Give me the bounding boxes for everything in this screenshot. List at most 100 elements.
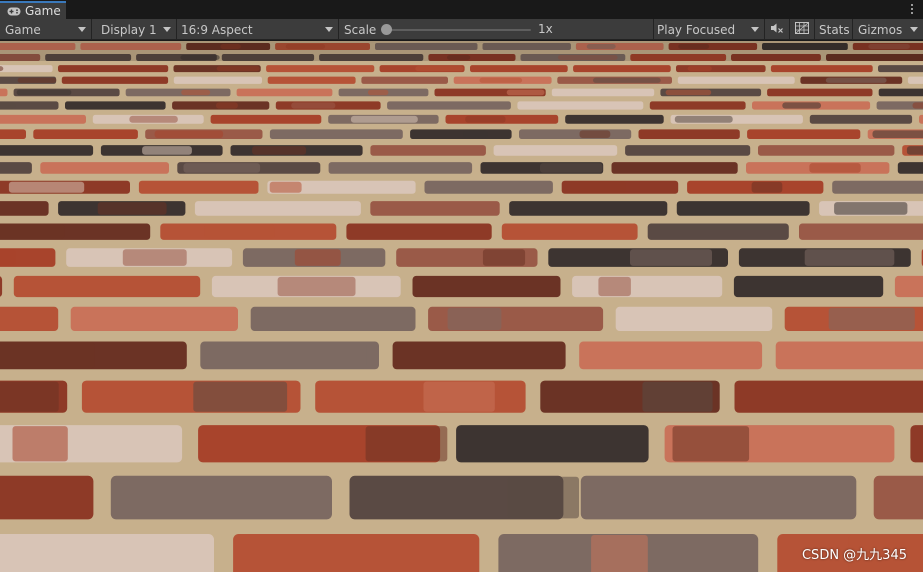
brick-weathering: [142, 146, 192, 155]
brick-weathering: [630, 249, 712, 266]
stats-label: Stats: [819, 22, 850, 37]
brick: [412, 275, 561, 298]
brick: [919, 114, 923, 124]
brick: [572, 275, 723, 298]
brick-weathering: [16, 89, 72, 96]
view-mode-dropdown[interactable]: Game: [0, 19, 92, 40]
brick: [638, 129, 740, 139]
brick-weathering: [12, 426, 68, 462]
brick-weathering: [825, 77, 887, 83]
brick-weathering: [367, 89, 389, 96]
display-dropdown[interactable]: Display 1: [92, 19, 177, 40]
aspect-value: 16:9 Aspect: [181, 22, 253, 37]
brick-weathering: [204, 224, 275, 239]
brick: [210, 114, 322, 124]
brick: [878, 65, 923, 73]
brick-weathering: [193, 381, 288, 412]
game-viewport[interactable]: CSDN @九九345: [0, 41, 923, 572]
brick: [58, 65, 169, 73]
brick-weathering: [269, 181, 302, 193]
brick-weathering: [782, 102, 821, 109]
brick: [677, 76, 795, 84]
brick: [799, 223, 923, 240]
brick: [579, 341, 763, 370]
brick-weathering: [291, 102, 336, 109]
brick-weathering: [482, 249, 526, 266]
brick: [361, 76, 448, 84]
brick-weathering: [912, 102, 923, 109]
aspect-dropdown[interactable]: 16:9 Aspect: [177, 19, 339, 40]
scale-control: Scale 1x: [339, 19, 654, 40]
brick: [733, 275, 884, 298]
brick-weathering: [809, 163, 861, 173]
brick: [370, 145, 486, 156]
brick-weathering: [122, 249, 187, 266]
brick-weathering: [872, 130, 923, 138]
brick: [565, 114, 664, 124]
brick: [573, 65, 671, 73]
tab-game[interactable]: Game: [0, 1, 66, 19]
scale-value: 1x: [538, 22, 553, 36]
brick: [873, 475, 923, 520]
brick-weathering: [181, 89, 211, 96]
brick-weathering: [154, 130, 224, 138]
brick: [0, 145, 94, 156]
display-value: Display 1: [101, 22, 157, 37]
brick: [250, 306, 416, 331]
brick: [910, 425, 923, 463]
brick-weathering: [465, 115, 506, 123]
brick: [13, 275, 201, 298]
brick: [61, 76, 169, 84]
brick: [346, 223, 492, 240]
brick: [897, 162, 923, 174]
brick-weathering: [479, 77, 523, 83]
brick: [0, 276, 3, 297]
brick: [0, 88, 8, 97]
gamepad-icon: [7, 7, 21, 16]
brick-weathering: [665, 89, 712, 96]
brick: [493, 145, 618, 156]
chevron-down-icon: [751, 27, 759, 32]
chevron-down-icon: [325, 27, 333, 32]
play-mode-dropdown[interactable]: Play Focused: [654, 19, 765, 40]
brick-weathering: [8, 181, 85, 193]
brick: [0, 306, 59, 331]
stats-button[interactable]: Stats: [815, 19, 853, 40]
brick: [236, 88, 333, 97]
frame-debugger-button[interactable]: [790, 19, 815, 40]
brick: [370, 201, 500, 216]
brick: [0, 201, 49, 216]
brick-weathering: [350, 115, 418, 123]
watermark: CSDN @九九345: [801, 548, 907, 563]
brick-weathering: [598, 276, 631, 297]
brick: [649, 101, 746, 110]
brick-weathering: [591, 535, 648, 572]
brick: [509, 201, 668, 216]
brick-weathering: [506, 89, 545, 96]
brick: [0, 65, 53, 73]
brick: [470, 65, 568, 73]
scale-label: Scale: [344, 22, 377, 37]
scale-slider-track[interactable]: [386, 29, 531, 31]
brick-weathering: [97, 202, 167, 215]
brick-weathering: [642, 381, 713, 412]
brick: [0, 114, 86, 124]
brick-weathering: [834, 202, 908, 215]
brick: [40, 162, 169, 174]
brick: [770, 65, 873, 73]
brick-weathering: [579, 130, 611, 138]
brick: [809, 114, 913, 124]
brick-weathering: [415, 66, 464, 72]
brick-weathering: [674, 115, 733, 123]
brick-weathering: [0, 249, 16, 266]
brick: [233, 534, 480, 572]
more-options-icon[interactable]: [909, 2, 915, 16]
gizmos-dropdown[interactable]: Gizmos: [853, 19, 923, 40]
scale-slider-handle[interactable]: [381, 24, 392, 35]
brick: [328, 162, 473, 174]
mute-audio-button[interactable]: [765, 19, 790, 40]
brick-weathering: [129, 115, 178, 123]
tab-game-label: Game: [25, 4, 61, 18]
view-mode-value: Game: [5, 22, 41, 37]
brick: [0, 129, 26, 139]
